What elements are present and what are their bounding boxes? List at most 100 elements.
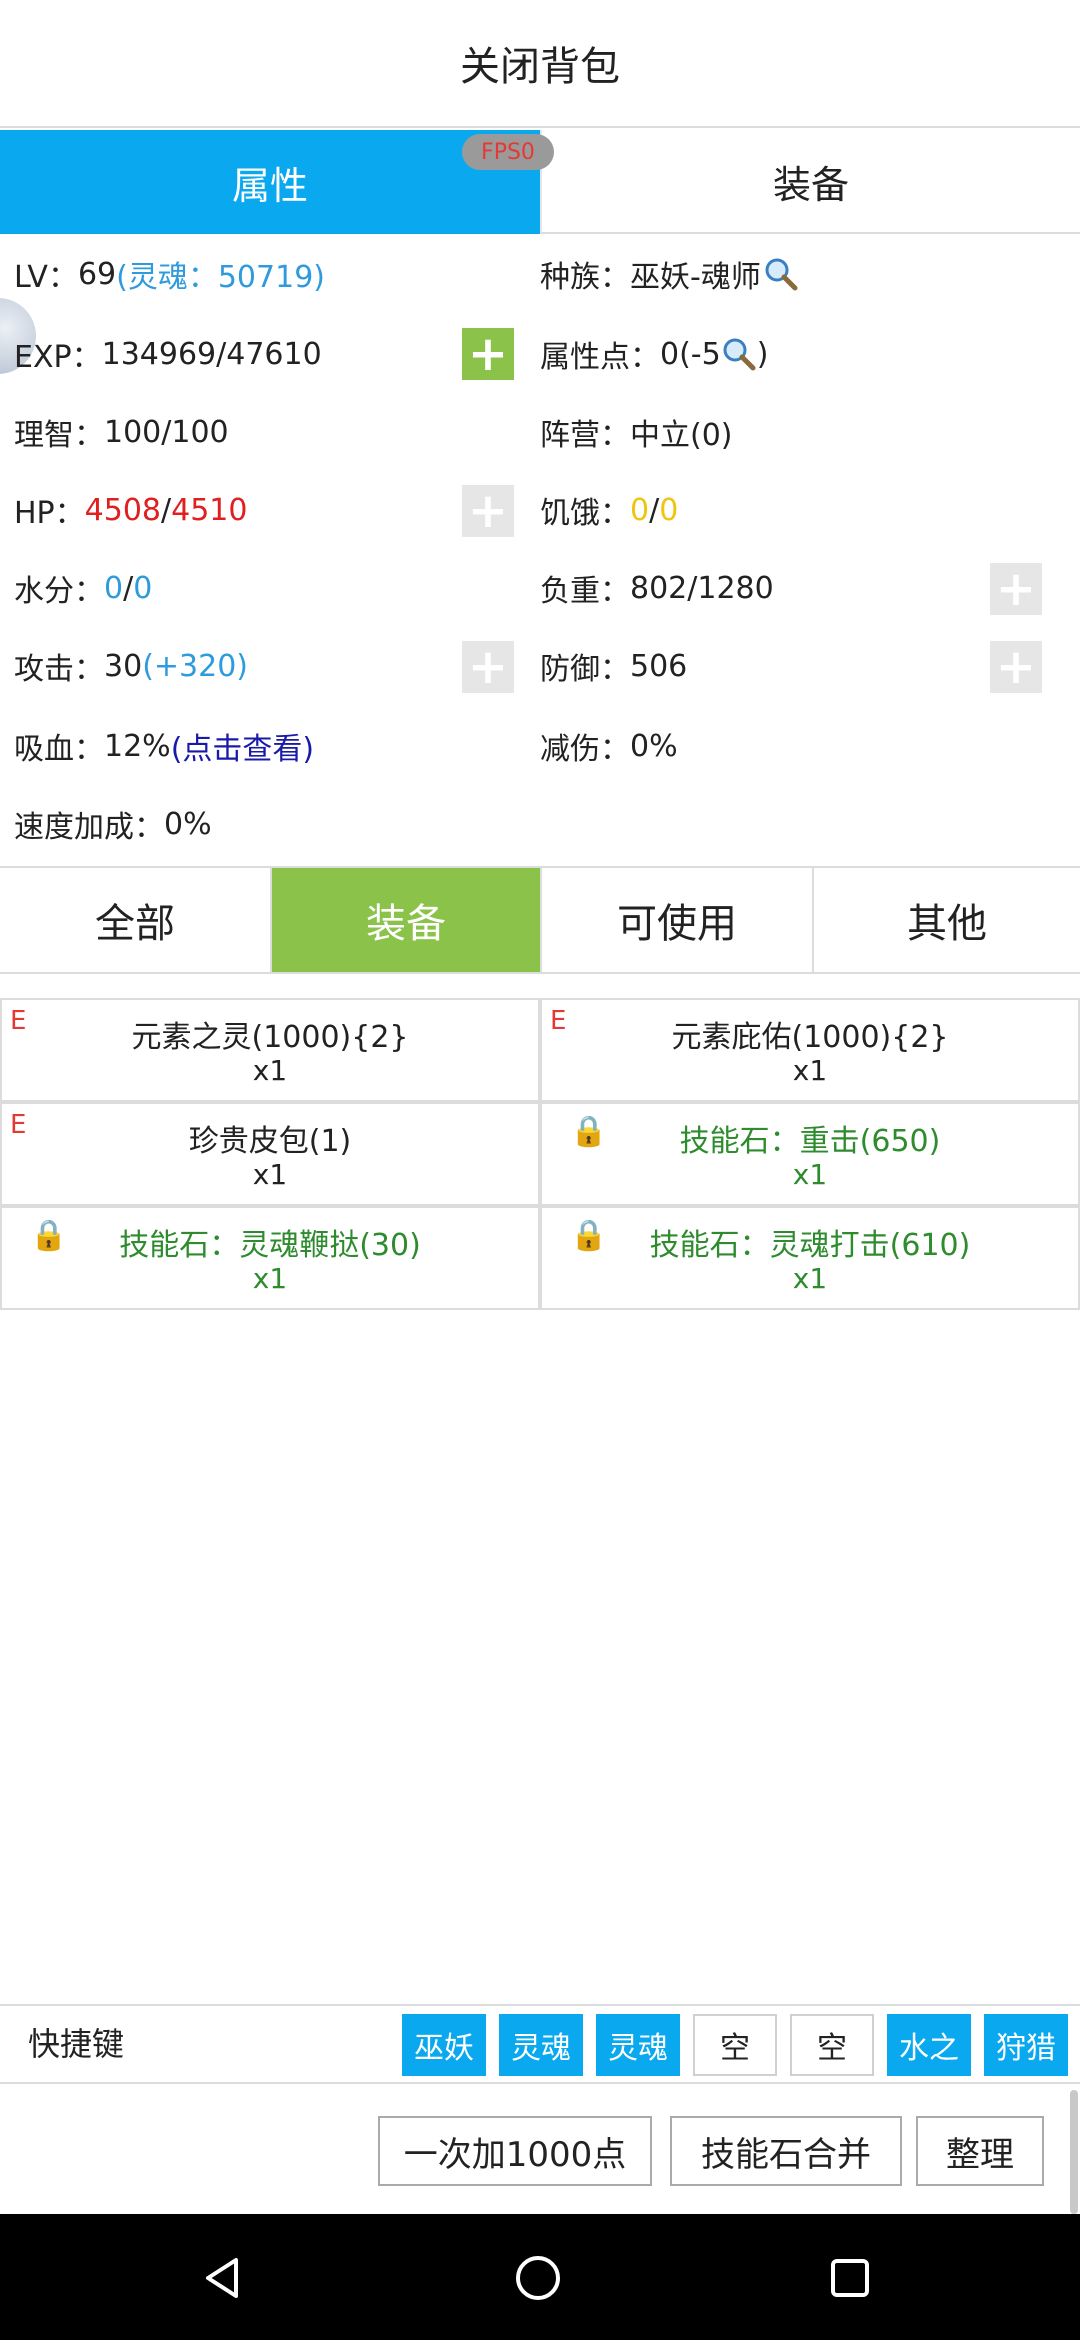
- exp-label: EXP：: [14, 340, 102, 375]
- attr-points-stat: 属性点： 0(-5 ): [540, 326, 768, 382]
- magnifier-icon[interactable]: [763, 256, 799, 292]
- attack-bonus: (+320): [142, 648, 248, 684]
- item-quantity: x1: [252, 1054, 288, 1087]
- load-label: 负重：: [540, 574, 630, 609]
- attack-label: 攻击：: [14, 652, 104, 687]
- race-label: 种族：: [540, 260, 630, 295]
- filter-tab-other[interactable]: 其他: [814, 868, 1080, 972]
- hp-max: 4510: [171, 492, 248, 528]
- load-plus-button[interactable]: +: [990, 563, 1042, 615]
- attr-points-value: 0(-5: [660, 336, 721, 372]
- attack-plus-button[interactable]: +: [462, 641, 514, 693]
- hp-separator: /: [161, 492, 172, 528]
- faction-stat: 阵营： 中立(0): [540, 404, 733, 460]
- fps-badge: FPS0: [462, 134, 554, 170]
- defense-value: 506: [630, 648, 688, 684]
- faction-value: 中立(0): [630, 418, 733, 453]
- attack-stat: 攻击： 30 (+320): [14, 638, 248, 694]
- soul-value: (灵魂：50719): [116, 260, 325, 295]
- back-icon[interactable]: [200, 2254, 248, 2302]
- shortcut-slot[interactable]: 巫妖: [402, 2014, 486, 2076]
- faction-label: 阵营：: [540, 418, 630, 453]
- item-quantity: x1: [792, 1262, 828, 1295]
- defense-stat: 防御： 506: [540, 638, 687, 694]
- merge-skill-stones-button[interactable]: 技能石合并: [670, 2116, 902, 2186]
- recents-icon[interactable]: [826, 2254, 874, 2302]
- inventory-item[interactable]: E 元素之灵(1000){2} x1: [0, 998, 540, 1102]
- load-value: 802/1280: [630, 570, 774, 606]
- sanity-value: 100/100: [104, 414, 229, 450]
- inventory-item[interactable]: 🔒 技能石：重击(650) x1: [540, 1102, 1080, 1206]
- exp-stat: EXP： 134969/47610: [14, 326, 322, 382]
- inventory-item[interactable]: E 珍贵皮包(1) x1: [0, 1102, 540, 1206]
- scrollbar[interactable]: [1070, 2090, 1078, 2214]
- home-icon[interactable]: [512, 2252, 564, 2304]
- level-stat: LV： 69 (灵魂：50719): [14, 246, 325, 302]
- sanity-label: 理智：: [14, 418, 104, 453]
- inventory-item[interactable]: 🔒 技能石：灵魂打击(610) x1: [540, 1206, 1080, 1310]
- item-quantity: x1: [252, 1262, 288, 1295]
- item-name: 珍贵皮包(1): [188, 1124, 352, 1159]
- exp-value: 134969/47610: [101, 336, 322, 372]
- water-max: 0: [133, 570, 153, 606]
- lifesteal-view-link[interactable]: (点击查看): [171, 724, 314, 768]
- item-name: 技能石：重击(650): [679, 1124, 941, 1159]
- hunger-stat: 饥饿： 0/0: [540, 482, 678, 538]
- load-stat: 负重： 802/1280: [540, 560, 774, 616]
- add-1000-points-button[interactable]: 一次加1000点: [378, 2116, 652, 2186]
- shortcut-slot[interactable]: 水之: [887, 2014, 971, 2076]
- exp-plus-button[interactable]: +: [462, 328, 514, 380]
- damage-reduction-label: 减伤：: [540, 732, 630, 767]
- damage-reduction-value: 0%: [630, 728, 678, 764]
- defense-plus-button[interactable]: +: [990, 641, 1042, 693]
- level-label: LV：: [14, 260, 78, 295]
- item-quantity: x1: [252, 1158, 288, 1191]
- shortcut-slot[interactable]: 灵魂: [596, 2014, 680, 2076]
- attr-points-suffix: ): [756, 336, 769, 372]
- water-stat: 水分： 0/0: [14, 560, 152, 616]
- shortcut-slot-empty[interactable]: 空: [693, 2014, 777, 2076]
- hp-label: HP：: [14, 496, 85, 531]
- item-name: 技能石：灵魂打击(610): [649, 1228, 971, 1263]
- speed-stat: 速度加成： 0%: [14, 796, 212, 852]
- lifesteal-label: 吸血：: [14, 732, 104, 767]
- lifesteal-value: 12%: [104, 728, 171, 764]
- filter-tab-equipment[interactable]: 装备: [272, 868, 540, 972]
- speed-value: 0%: [164, 806, 212, 842]
- filter-tab-all[interactable]: 全部: [0, 868, 270, 972]
- inventory-item[interactable]: 🔒 技能石：灵魂鞭挞(30) x1: [0, 1206, 540, 1310]
- system-navigation-bar: [0, 2214, 1080, 2340]
- race-stat: 种族： 巫妖-魂师: [540, 246, 799, 302]
- hunger-max: 0: [659, 492, 679, 528]
- page-title: 关闭背包: [460, 44, 620, 90]
- water-separator: /: [123, 570, 134, 606]
- tab-attributes-label: 属性: [231, 163, 308, 208]
- item-name: 元素庇佑(1000){2}: [671, 1020, 949, 1055]
- attack-value: 30: [104, 648, 143, 684]
- sanity-stat: 理智： 100/100: [14, 404, 229, 460]
- tab-equipment-label: 装备: [772, 162, 849, 207]
- shortcut-slot[interactable]: 灵魂: [499, 2014, 583, 2076]
- hunger-separator: /: [649, 492, 660, 528]
- hunger-current: 0: [630, 492, 650, 528]
- tab-attributes[interactable]: 属性: [0, 130, 540, 234]
- hp-plus-button[interactable]: +: [462, 485, 514, 537]
- tab-equipment[interactable]: 装备: [540, 130, 1080, 234]
- race-value: 巫妖-魂师: [630, 260, 761, 295]
- inventory-item[interactable]: E 元素庇佑(1000){2} x1: [540, 998, 1080, 1102]
- attr-points-label: 属性点：: [540, 340, 660, 375]
- defense-label: 防御：: [540, 652, 630, 687]
- magnifier-icon[interactable]: [721, 336, 757, 372]
- close-bag-header[interactable]: 关闭背包: [0, 0, 1080, 128]
- water-label: 水分：: [14, 574, 104, 609]
- shortcut-slot[interactable]: 狩猎: [984, 2014, 1068, 2076]
- speed-label: 速度加成：: [14, 810, 164, 845]
- lifesteal-stat: 吸血： 12% (点击查看): [14, 718, 314, 774]
- shortcut-slot-empty[interactable]: 空: [790, 2014, 874, 2076]
- item-quantity: x1: [792, 1054, 828, 1087]
- hp-current: 4508: [84, 492, 162, 528]
- level-value: 69: [77, 256, 117, 292]
- sort-button[interactable]: 整理: [916, 2116, 1044, 2186]
- hunger-label: 饥饿：: [540, 496, 630, 531]
- filter-tab-usable[interactable]: 可使用: [542, 868, 812, 972]
